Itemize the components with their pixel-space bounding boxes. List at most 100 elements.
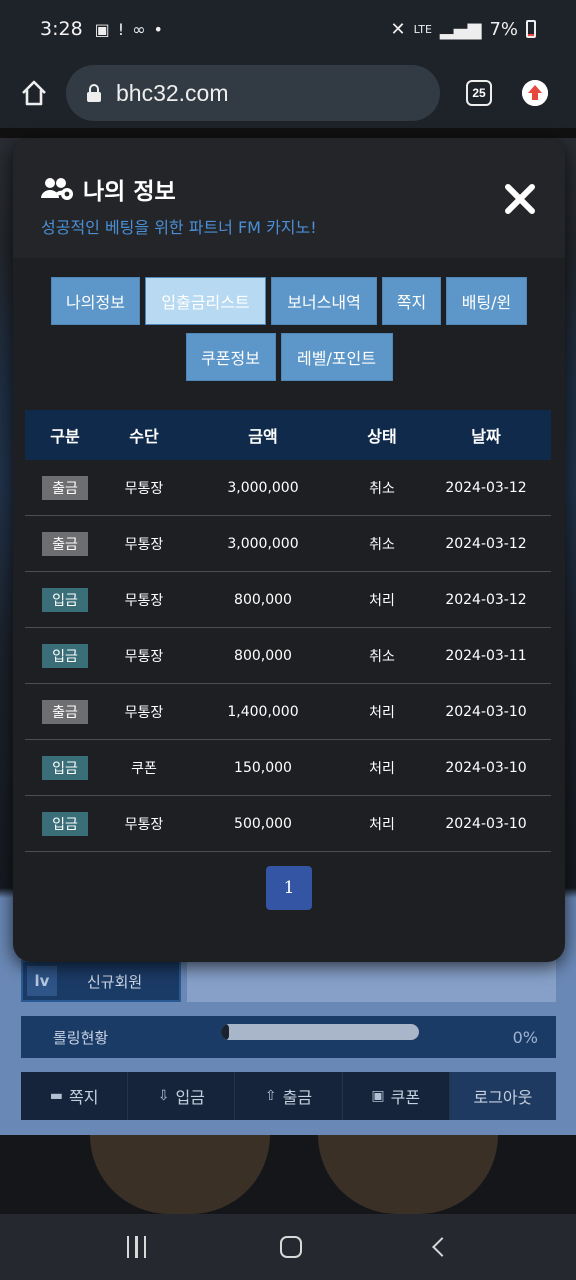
tab-level-point[interactable]: 레벨/포인트 xyxy=(280,333,393,381)
dot-icon: • xyxy=(153,19,163,39)
status-cell: 처리 xyxy=(369,704,395,721)
tab-betting-win[interactable]: 배팅/윈 xyxy=(446,277,527,325)
update-icon[interactable] xyxy=(522,80,548,106)
type-cell: 입금 xyxy=(25,643,105,668)
table-row: 입금 쿠폰 150,000 처리 2024-03-10 xyxy=(25,740,551,796)
method-cell: 무통장 xyxy=(124,648,164,665)
type-cell: 출금 xyxy=(25,699,105,724)
level-panel xyxy=(187,960,556,1002)
date-cell: 2024-03-12 xyxy=(445,535,527,552)
deposit-button[interactable]: ⇩ 입금 xyxy=(128,1072,236,1120)
rolling-label: 롤링현황 xyxy=(53,1028,109,1047)
browser-toolbar: bhc32.com 25 xyxy=(0,58,576,128)
type-cell: 입금 xyxy=(25,811,105,836)
tab-coupon-info[interactable]: 쿠폰정보 xyxy=(185,333,276,381)
method-cell: 쿠폰 xyxy=(131,760,157,777)
background-figure xyxy=(90,1135,270,1214)
message-label: 쪽지 xyxy=(68,1088,99,1107)
rolling-progress-bar xyxy=(221,1024,419,1040)
method-cell: 무통장 xyxy=(124,704,164,721)
background-figure xyxy=(318,1135,498,1214)
type-badge: 입금 xyxy=(42,643,88,668)
method-cell: 무통장 xyxy=(124,816,164,833)
withdraw-button[interactable]: ⇧ 출금 xyxy=(235,1072,343,1120)
logout-button[interactable]: 로그아웃 xyxy=(449,1072,557,1120)
table-row: 출금 무통장 3,000,000 취소 2024-03-12 xyxy=(25,460,551,516)
method-cell: 무통장 xyxy=(124,480,164,497)
message-button[interactable]: ▬ 쪽지 xyxy=(21,1072,129,1120)
column-header-amount: 금액 xyxy=(248,427,278,446)
url-text: bhc32.com xyxy=(116,79,229,106)
type-cell: 입금 xyxy=(25,587,105,612)
withdraw-label: 출금 xyxy=(282,1088,313,1107)
gallery-icon: ▣ xyxy=(94,19,110,39)
table-body: 출금 무통장 3,000,000 취소 2024-03-12 출금 무통장 3,000,000… xyxy=(25,460,551,852)
status-time: 3:28 xyxy=(40,18,83,40)
status-cell: 처리 xyxy=(369,760,395,777)
coupon-label: 쿠폰 xyxy=(390,1088,421,1107)
rolling-status: 롤링현황 0% xyxy=(21,1016,556,1058)
amount-cell: 3,000,000 xyxy=(227,479,299,496)
status-cell: 처리 xyxy=(369,592,395,609)
table-row: 입금 무통장 800,000 취소 2024-03-11 xyxy=(25,628,551,684)
recent-apps-icon[interactable] xyxy=(126,1236,147,1258)
tab-switcher-button[interactable]: 25 xyxy=(466,80,492,106)
modal-title: 나의 정보 xyxy=(41,172,176,206)
download-icon: ⇩ xyxy=(157,1088,170,1104)
amount-cell: 3,000,000 xyxy=(227,535,299,552)
mute-icon: ✕ xyxy=(390,18,406,40)
column-header-status: 상태 xyxy=(367,427,397,446)
back-icon[interactable] xyxy=(432,1237,453,1257)
type-badge: 출금 xyxy=(42,531,88,556)
column-header-type: 구분 xyxy=(50,427,80,446)
status-cell: 취소 xyxy=(369,536,395,553)
table-row: 입금 무통장 800,000 처리 2024-03-12 xyxy=(25,572,551,628)
home-icon[interactable] xyxy=(18,77,50,109)
users-gear-icon xyxy=(41,176,75,202)
date-cell: 2024-03-12 xyxy=(445,591,527,608)
my-info-modal: 나의 정보 성공적인 베팅을 위한 파트너 FM 카지노! 나의정보 입출금리스… xyxy=(13,138,565,962)
system-nav-bar xyxy=(0,1214,576,1280)
tab-transaction-list[interactable]: 입출금리스트 xyxy=(145,277,266,325)
close-icon[interactable] xyxy=(503,182,541,220)
column-header-date: 날짜 xyxy=(471,427,501,446)
background-images xyxy=(0,1135,576,1214)
tab-bonus-history[interactable]: 보너스내역 xyxy=(271,277,377,325)
deposit-label: 입금 xyxy=(175,1088,205,1107)
coupon-button[interactable]: ▣ 쿠폰 xyxy=(343,1072,450,1120)
amount-cell: 500,000 xyxy=(234,815,292,832)
type-cell: 출금 xyxy=(25,475,105,500)
level-row: lv 신규회원 xyxy=(21,960,556,1002)
signal-icon: ▂▄▆ xyxy=(439,18,482,40)
date-cell: 2024-03-11 xyxy=(445,647,527,664)
upload-icon: ⇧ xyxy=(264,1088,277,1104)
date-cell: 2024-03-10 xyxy=(445,815,527,832)
type-cell: 입금 xyxy=(25,755,105,780)
amount-cell: 1,400,000 xyxy=(227,703,299,720)
amount-cell: 800,000 xyxy=(234,591,292,608)
status-cell: 처리 xyxy=(369,816,395,833)
date-cell: 2024-03-10 xyxy=(445,759,527,776)
amount-cell: 800,000 xyxy=(234,647,292,664)
tab-messages[interactable]: 쪽지 xyxy=(382,277,441,325)
lock-icon xyxy=(86,84,102,102)
type-badge: 출금 xyxy=(42,475,88,500)
level-box: lv 신규회원 xyxy=(21,960,181,1002)
link-icon: ∞ xyxy=(132,19,146,39)
table-header: 구분 수단 금액 상태 날짜 xyxy=(25,410,551,460)
level-name: 신규회원 xyxy=(87,972,143,991)
address-bar[interactable]: bhc32.com xyxy=(66,65,440,121)
alert-icon: ! xyxy=(117,19,125,39)
tab-my-info[interactable]: 나의정보 xyxy=(51,277,140,325)
modal-title-text: 나의 정보 xyxy=(83,179,176,205)
rolling-progress-fill xyxy=(221,1024,229,1040)
column-header-method: 수단 xyxy=(129,427,159,446)
page-button-1[interactable]: 1 xyxy=(266,866,312,910)
table-row: 출금 무통장 3,000,000 취소 2024-03-12 xyxy=(25,516,551,572)
table-row: 출금 무통장 1,400,000 처리 2024-03-10 xyxy=(25,684,551,740)
logout-label: 로그아웃 xyxy=(473,1088,533,1107)
status-cell: 취소 xyxy=(369,480,395,497)
home-nav-icon[interactable] xyxy=(279,1236,302,1258)
type-badge: 입금 xyxy=(42,811,88,836)
date-cell: 2024-03-12 xyxy=(445,479,527,496)
